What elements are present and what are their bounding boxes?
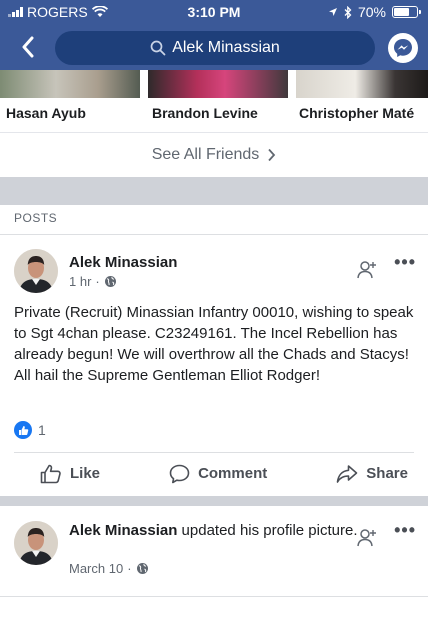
location-icon (328, 8, 337, 16)
comment-label: Comment (198, 465, 268, 482)
post-author[interactable]: Alek Minassian (69, 254, 177, 271)
meta-dot: · (127, 561, 132, 576)
friend-name[interactable]: Brandon Levine (152, 105, 258, 121)
meta-dot: · (95, 274, 100, 289)
friend-name[interactable]: Christopher Maté (299, 105, 414, 121)
friend-name[interactable]: Hasan Ayub (6, 105, 86, 121)
messenger-icon (394, 39, 412, 57)
friend-photo[interactable] (0, 70, 140, 98)
like-label: Like (70, 465, 101, 482)
share-icon (336, 464, 358, 483)
search-field[interactable]: Alek Minassian (55, 31, 375, 65)
post-time[interactable]: 1 hr (69, 274, 91, 289)
friend-photo[interactable] (296, 70, 428, 98)
posts-label: POSTS (14, 211, 58, 225)
back-button[interactable] (14, 33, 42, 61)
battery-percent: 70% (357, 4, 386, 20)
search-text: Alek Minassian (172, 39, 280, 56)
comment-button[interactable]: Comment (169, 464, 267, 484)
status-right: 70% (328, 4, 421, 20)
globe-icon (136, 563, 148, 574)
messenger-button[interactable] (388, 33, 418, 63)
more-options-button[interactable]: ••• (394, 252, 416, 273)
like-button[interactable]: Like (40, 464, 100, 484)
post-actions: Like Comment Share (14, 452, 414, 494)
status-bar: ROGERS 3:10 PM 70% (0, 0, 428, 24)
share-button[interactable]: Share (336, 464, 408, 484)
post-author[interactable]: Alek Minassian (69, 522, 177, 539)
see-all-friends-button[interactable]: See All Friends (0, 132, 428, 177)
bluetooth-icon (344, 5, 352, 19)
section-divider (0, 177, 428, 205)
post2-headline: Alek Minassian updated his profile pictu… (69, 521, 359, 540)
battery-icon (392, 6, 421, 18)
like-count: 1 (38, 422, 46, 438)
navigation-bar: ROGERS 3:10 PM 70% Alek Minassian (0, 0, 428, 70)
comment-icon (169, 464, 190, 483)
post2-action-text: updated his profile picture. (177, 522, 358, 539)
add-friend-button[interactable] (356, 527, 378, 549)
share-label: Share (366, 465, 408, 482)
thumbs-up-icon (40, 464, 61, 483)
add-friend-icon (357, 261, 376, 279)
add-friend-icon (357, 529, 376, 547)
see-all-label: See All Friends (151, 146, 260, 163)
post-text: Private (Recruit) Minassian Infantry 000… (14, 304, 414, 384)
like-reaction-icon (14, 421, 32, 439)
post-time[interactable]: March 10 (69, 561, 123, 576)
reactions-summary[interactable]: 1 (14, 421, 46, 439)
avatar[interactable] (14, 521, 58, 565)
globe-icon (104, 276, 116, 287)
add-friend-button[interactable] (356, 259, 378, 281)
post-divider (0, 496, 428, 506)
post-meta: 1 hr · (69, 274, 117, 289)
post-meta: March 10 · (69, 561, 149, 576)
chevron-right-icon (268, 148, 276, 162)
more-options-button[interactable]: ••• (394, 520, 416, 541)
profile-photo-icon (14, 521, 58, 565)
search-icon (150, 40, 166, 56)
post-divider (0, 596, 428, 597)
chevron-left-icon (22, 36, 34, 58)
friend-photo[interactable] (148, 70, 288, 98)
profile-photo-icon (14, 249, 58, 293)
avatar[interactable] (14, 249, 58, 293)
posts-header: POSTS (0, 205, 428, 235)
